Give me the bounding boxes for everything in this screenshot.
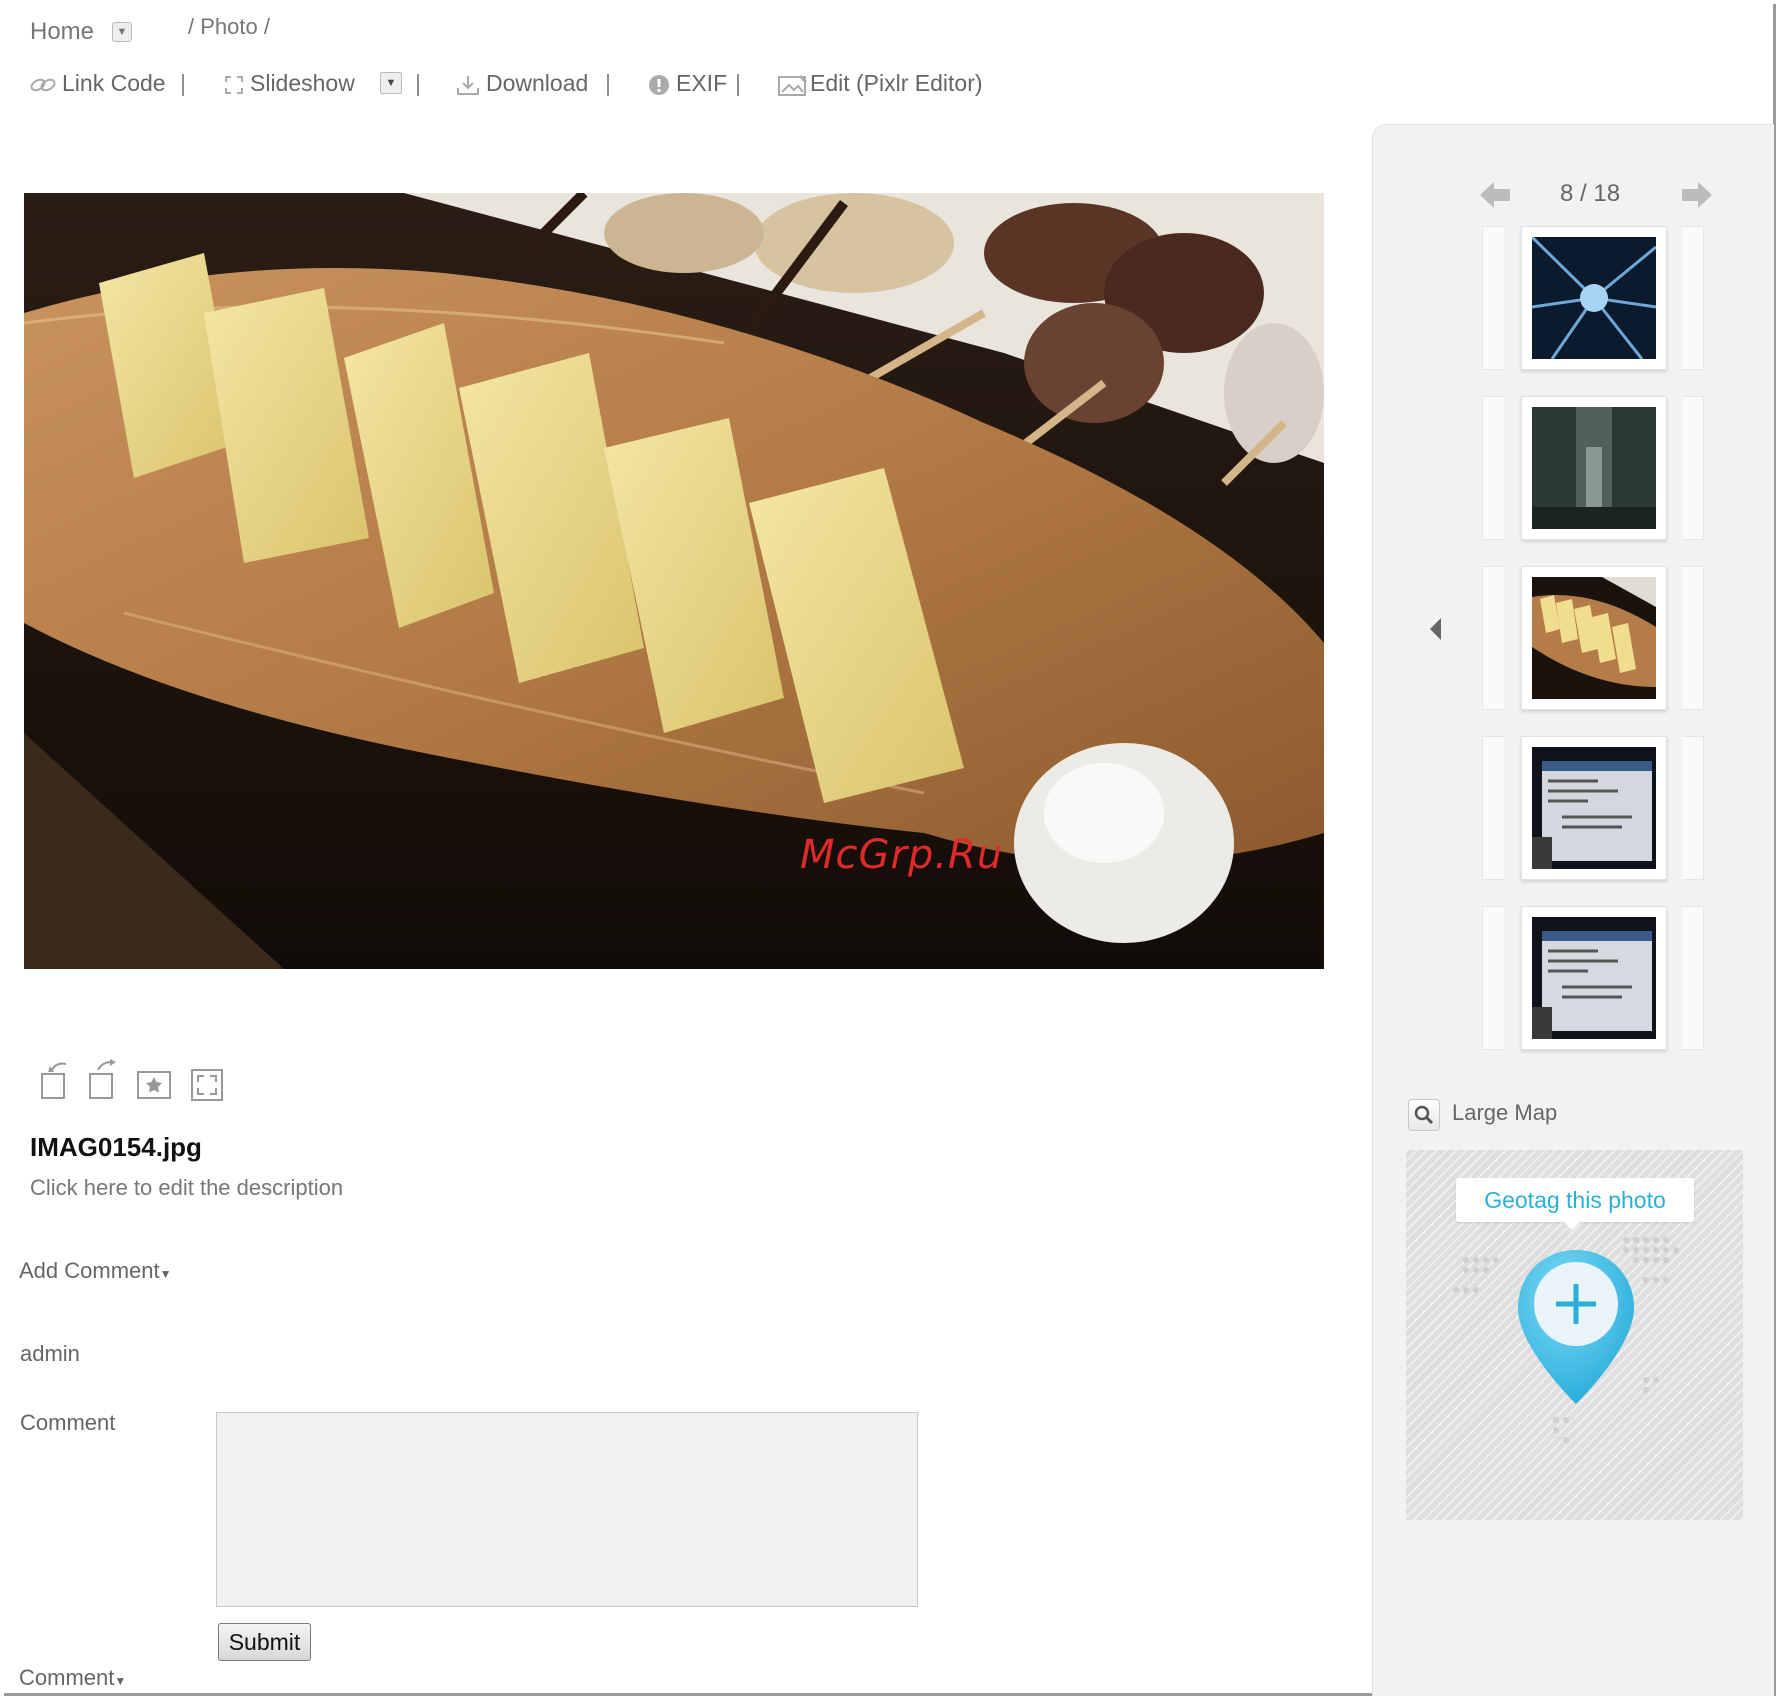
- thumbnail-current[interactable]: [1521, 566, 1667, 710]
- thumbnail-image: [1532, 407, 1656, 529]
- thumb-strip-edge: [1682, 566, 1704, 710]
- slideshow-button[interactable]: Slideshow: [224, 70, 355, 97]
- photo-filename: IMAG0154.jpg: [30, 1132, 202, 1162]
- link-icon: [30, 78, 56, 92]
- download-label: Download: [486, 70, 589, 96]
- exif-button[interactable]: EXIF: [648, 70, 727, 97]
- breadcrumb-home[interactable]: Home: [30, 18, 94, 46]
- thumbnail-image: [1532, 577, 1656, 699]
- thumb-strip-edge: [1682, 396, 1704, 540]
- exif-label: EXIF: [676, 70, 728, 96]
- rotate-right-icon[interactable]: [88, 1058, 124, 1102]
- edit-description-link[interactable]: Click here to edit the description: [30, 1175, 343, 1201]
- add-comment-label: Add Comment: [19, 1258, 160, 1283]
- search-icon: [1414, 1105, 1434, 1125]
- toolbar-separator: |: [415, 70, 421, 96]
- submit-button[interactable]: Submit: [218, 1623, 311, 1661]
- map-search-button[interactable]: [1408, 1099, 1440, 1131]
- thumbnail[interactable]: [1521, 226, 1667, 370]
- fullscreen-icon[interactable]: [190, 1058, 226, 1102]
- photo-position: 8 / 18: [1560, 180, 1621, 207]
- toolbar-separator: |: [605, 70, 611, 96]
- slideshow-label: Slideshow: [250, 70, 355, 96]
- thumb-strip-edge: [1482, 396, 1504, 540]
- comment-list-toggle[interactable]: Comment▼: [19, 1665, 126, 1691]
- toolbar-separator: |: [180, 70, 186, 96]
- caret-down-icon: ▼: [159, 1267, 172, 1281]
- map-pin-add-icon[interactable]: [1512, 1244, 1640, 1414]
- photo-image: [24, 193, 1324, 969]
- fullscreen-icon: [225, 75, 243, 94]
- thumb-strip-edge: [1482, 566, 1504, 710]
- thumb-strip-edge: [1682, 906, 1704, 1050]
- download-button[interactable]: Download: [456, 70, 588, 97]
- geotag-photo-button[interactable]: Geotag this photo: [1456, 1178, 1694, 1222]
- info-icon: [649, 74, 669, 95]
- edit-pixlr-button[interactable]: Edit (Pixlr Editor): [778, 70, 983, 97]
- thumb-strip-edge: [1482, 736, 1504, 880]
- caret-down-icon: ▼: [114, 1674, 127, 1688]
- link-code-label: Link Code: [62, 70, 166, 96]
- set-cover-icon[interactable]: [136, 1058, 172, 1102]
- thumb-strip-edge: [1682, 226, 1704, 370]
- comment-textarea[interactable]: [216, 1412, 918, 1607]
- main-photo[interactable]: [24, 193, 1324, 969]
- geotag-tooltip-pointer: [1562, 1220, 1582, 1230]
- toolbar-separator: |: [735, 70, 741, 96]
- thumbnail-image: [1532, 747, 1656, 869]
- thumbnail[interactable]: [1521, 736, 1667, 880]
- thumbnail-image: [1532, 237, 1656, 359]
- comment-label: Comment: [20, 1410, 116, 1435]
- thumb-strip-edge: [1682, 736, 1704, 880]
- comment-author: admin: [20, 1341, 80, 1366]
- thumbnail[interactable]: [1521, 906, 1667, 1050]
- next-arrow-icon[interactable]: [1680, 180, 1714, 210]
- rotate-left-icon[interactable]: [40, 1058, 76, 1102]
- collapse-arrow-icon[interactable]: [1430, 618, 1441, 640]
- comment-footer-label: Comment: [19, 1665, 115, 1690]
- breadcrumb-photo[interactable]: / Photo /: [188, 14, 270, 40]
- thumb-strip-edge: [1482, 906, 1504, 1050]
- slideshow-dropdown-icon[interactable]: ▼: [380, 72, 402, 94]
- link-code-button[interactable]: Link Code: [30, 70, 166, 97]
- add-comment-toggle[interactable]: Add Comment▼: [19, 1258, 172, 1284]
- thumbnail-image: [1532, 917, 1656, 1039]
- large-map-link[interactable]: Large Map: [1452, 1100, 1557, 1126]
- thumbnail[interactable]: [1521, 396, 1667, 540]
- image-edit-icon: [778, 74, 808, 96]
- watermark-text: McGrp.Ru: [800, 832, 1004, 878]
- previous-arrow-icon[interactable]: [1478, 180, 1512, 210]
- breadcrumb-dropdown-icon[interactable]: ▼: [112, 22, 132, 42]
- thumb-strip-edge: [1482, 226, 1504, 370]
- download-icon: [457, 75, 479, 95]
- edit-label: Edit (Pixlr Editor): [810, 70, 983, 96]
